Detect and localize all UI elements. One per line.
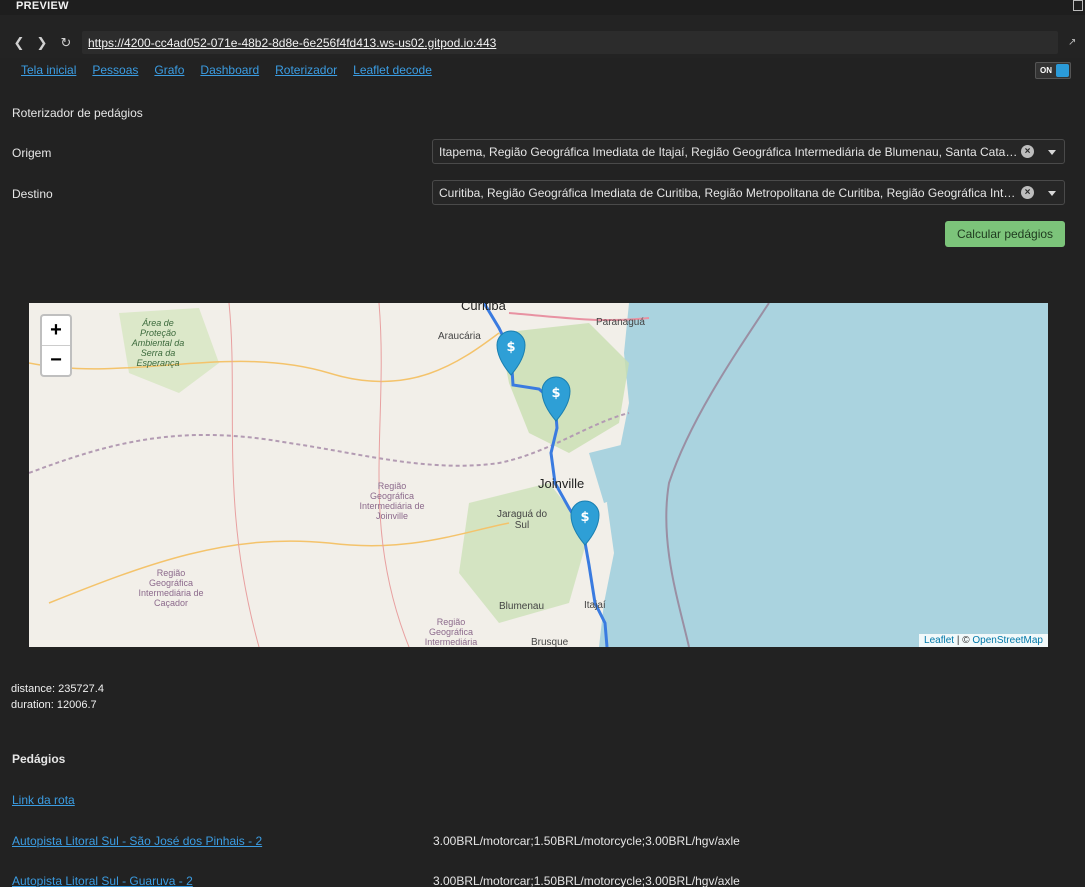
route-stats: distance: 235727.4 duration: 12006.7: [11, 681, 104, 713]
browser-navbar: ❮ ❯ ↻ ↗: [0, 28, 1085, 58]
map-label-brusque: Brusque: [531, 637, 569, 647]
chevron-down-icon[interactable]: [1048, 150, 1056, 155]
svg-text:$: $: [580, 510, 589, 525]
zoom-in-button[interactable]: +: [42, 316, 70, 345]
toll-item-price: 3.00BRL/motorcar;1.50BRL/motorcycle;3.00…: [433, 874, 740, 887]
map-label-araucaria: Araucária: [438, 331, 481, 342]
map-label-itajai: Itajaí: [584, 600, 606, 611]
zoom-out-button[interactable]: −: [42, 345, 70, 374]
destination-value: Curitiba, Região Geográfica Imediata de …: [439, 186, 1019, 200]
url-input[interactable]: [82, 31, 1058, 54]
clear-icon[interactable]: ×: [1021, 186, 1034, 199]
theme-toggle[interactable]: ON: [1035, 62, 1071, 79]
bay-area: [589, 443, 634, 503]
road: [378, 303, 410, 647]
route-map[interactable]: $ $ $ Curitiba Paranaguá Araucária Joinv…: [29, 303, 1048, 647]
origin-select[interactable]: Itapema, Região Geográfica Imediata de I…: [432, 139, 1065, 164]
top-menu: Tela inicial Pessoas Grafo Dashboard Rot…: [21, 63, 432, 77]
svg-text:$: $: [506, 340, 515, 355]
svg-text:$: $: [551, 386, 560, 401]
destination-select[interactable]: Curitiba, Região Geográfica Imediata de …: [432, 180, 1065, 205]
map-label-blumenau: Blumenau: [499, 601, 545, 612]
road: [29, 332, 500, 383]
destination-label: Destino: [12, 187, 53, 201]
road: [228, 303, 260, 647]
zoom-control: + −: [40, 314, 72, 377]
map-label-region-joinville: Região Geográfica Intermediária de Joinv…: [359, 481, 425, 521]
map-label-joinville: Joinville: [538, 476, 585, 491]
menu-item-tela-inicial[interactable]: Tela inicial: [21, 63, 76, 77]
attribution-separator: | ©: [954, 635, 973, 646]
calculate-tolls-button[interactable]: Calcular pedágios: [945, 221, 1065, 247]
map-label-park: Área de Proteção Ambiental da Serra da E…: [131, 318, 185, 368]
window-title: PREVIEW: [16, 0, 69, 12]
distance-value: distance: 235727.4: [11, 683, 104, 695]
page-title: Roterizador de pedágios: [12, 106, 143, 120]
chevron-down-icon[interactable]: [1048, 191, 1056, 196]
maximize-icon[interactable]: [1073, 0, 1083, 11]
route-link[interactable]: Link da rota: [12, 793, 75, 807]
toggle-label: ON: [1040, 66, 1052, 75]
map-label-curitiba: Curitiba: [461, 303, 506, 313]
window-titlebar: PREVIEW: [0, 0, 1085, 15]
road: [48, 522, 510, 604]
sea-area: [599, 303, 1048, 647]
menu-item-grafo[interactable]: Grafo: [154, 63, 184, 77]
clear-icon[interactable]: ×: [1021, 145, 1034, 158]
menu-item-pessoas[interactable]: Pessoas: [92, 63, 138, 77]
reload-icon[interactable]: ↻: [59, 36, 73, 50]
map-label-paranagua: Paranaguá: [596, 317, 645, 328]
map-label-region-cacador: Região Geográfica Intermediária de Caçad…: [138, 568, 204, 608]
duration-value: duration: 12006.7: [11, 699, 97, 711]
toll-item-name[interactable]: Autopista Litoral Sul - Guaruva - 2: [12, 874, 193, 887]
leaflet-link[interactable]: Leaflet: [924, 635, 954, 646]
menu-item-dashboard[interactable]: Dashboard: [200, 63, 259, 77]
origin-label: Origem: [12, 146, 52, 160]
menu-item-leaflet-decode[interactable]: Leaflet decode: [353, 63, 432, 77]
origin-value: Itapema, Região Geográfica Imediata de I…: [439, 145, 1019, 159]
chevron-right-icon[interactable]: ❯: [35, 36, 49, 50]
menu-item-roterizador[interactable]: Roterizador: [275, 63, 337, 77]
tolls-title: Pedágios: [12, 752, 66, 766]
app-content: Tela inicial Pessoas Grafo Dashboard Rot…: [0, 58, 1085, 887]
toll-item-name[interactable]: Autopista Litoral Sul - São José dos Pin…: [12, 834, 262, 848]
osm-link[interactable]: OpenStreetMap: [972, 635, 1043, 646]
chevron-left-icon[interactable]: ❮: [12, 36, 26, 50]
map-attribution: Leaflet | © OpenStreetMap: [919, 634, 1048, 647]
address-bar[interactable]: [82, 31, 1058, 54]
toll-item-price: 3.00BRL/motorcar;1.50BRL/motorcycle;3.00…: [433, 834, 740, 848]
map-label-region-blumenau: Região Geográfica Intermediária: [424, 617, 478, 647]
map-label-jaragua: Jaraguá do Sul: [496, 509, 548, 531]
toggle-knob: [1056, 64, 1069, 77]
external-link-icon[interactable]: ↗: [1068, 37, 1079, 48]
